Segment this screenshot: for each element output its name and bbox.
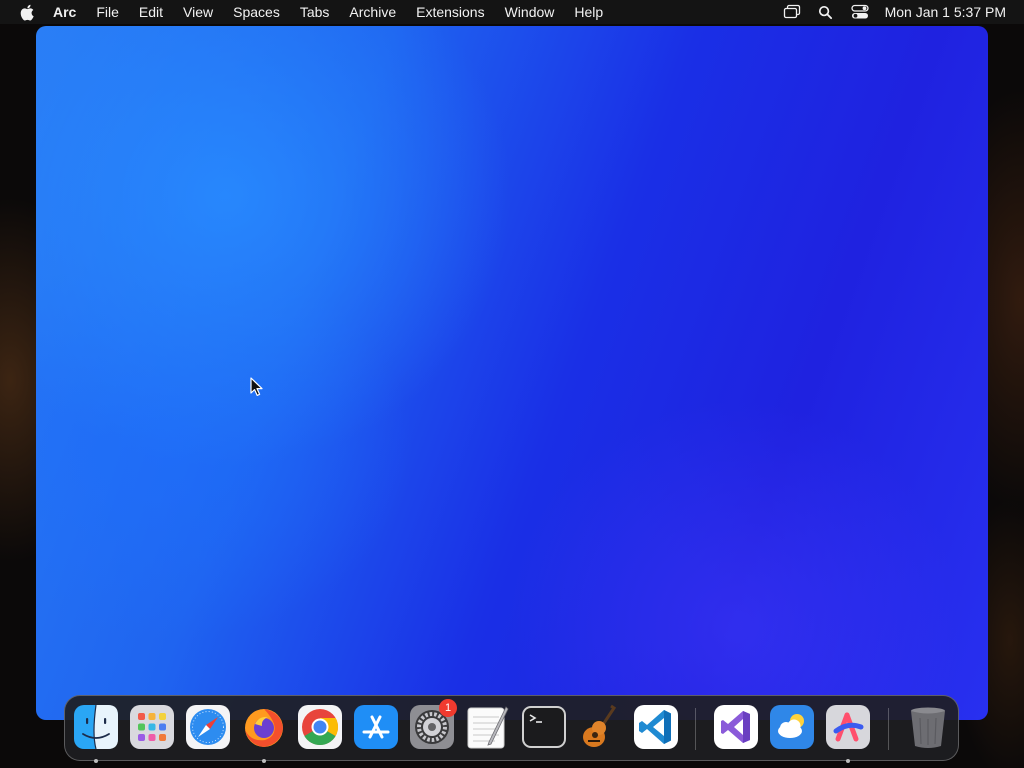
- chrome-icon: [298, 705, 342, 749]
- dock-separator: [695, 708, 696, 750]
- dock-arc[interactable]: [825, 704, 871, 763]
- menu-help[interactable]: Help: [564, 0, 613, 24]
- dock-launchpad[interactable]: [129, 704, 175, 750]
- menu-spaces[interactable]: Spaces: [223, 0, 290, 24]
- safari-icon: [186, 705, 230, 749]
- menu-view[interactable]: View: [173, 0, 223, 24]
- running-indicator: [262, 759, 266, 763]
- dock-textedit[interactable]: [465, 704, 511, 750]
- dock-terminal[interactable]: [521, 704, 567, 750]
- dock-firefox[interactable]: [241, 704, 287, 763]
- arc-browser-window[interactable]: [36, 26, 988, 720]
- visual-studio-icon: [714, 705, 758, 749]
- dock-vscode[interactable]: [633, 704, 679, 750]
- dock: 1: [64, 695, 959, 763]
- menu-archive[interactable]: Archive: [339, 0, 406, 24]
- screen-mirroring-icon[interactable]: [783, 4, 801, 20]
- menu-window[interactable]: Window: [495, 0, 565, 24]
- dock-finder[interactable]: [73, 704, 119, 763]
- textedit-icon: [467, 706, 509, 749]
- spotlight-search-icon[interactable]: [817, 4, 835, 20]
- menu-bar: Arc File Edit View Spaces Tabs Archive E…: [0, 0, 1024, 24]
- dock-safari[interactable]: [185, 704, 231, 750]
- dock-separator: [888, 708, 889, 750]
- dock-chrome[interactable]: [297, 704, 343, 750]
- finder-icon: [74, 704, 118, 750]
- firefox-icon: [245, 709, 283, 747]
- control-center-icon[interactable]: [850, 4, 869, 20]
- dock-trash[interactable]: [905, 704, 951, 750]
- dock-system-settings[interactable]: 1: [409, 699, 457, 750]
- running-indicator: [94, 759, 98, 763]
- menu-file[interactable]: File: [86, 0, 129, 24]
- menu-app-name[interactable]: Arc: [47, 0, 86, 24]
- app-store-icon: [354, 705, 398, 749]
- trash-icon: [911, 707, 945, 748]
- apple-menu-icon[interactable]: [20, 4, 34, 20]
- dock-garageband[interactable]: [577, 704, 623, 750]
- menubar-clock[interactable]: Mon Jan 1 5:37 PM: [885, 4, 1006, 20]
- dock-weather[interactable]: [769, 704, 815, 750]
- menu-tabs[interactable]: Tabs: [290, 0, 340, 24]
- vscode-icon: [634, 705, 678, 749]
- arc-browser-icon: [826, 705, 870, 749]
- menu-edit[interactable]: Edit: [129, 0, 173, 24]
- running-indicator: [846, 759, 850, 763]
- weather-icon: [770, 705, 814, 749]
- terminal-icon: [522, 706, 566, 748]
- dock-visual-studio[interactable]: [713, 704, 759, 750]
- menu-extensions[interactable]: Extensions: [406, 0, 494, 24]
- mouse-pointer-icon: [250, 377, 264, 397]
- notification-badge: 1: [439, 699, 457, 717]
- launchpad-icon: [130, 705, 174, 749]
- garageband-icon: [583, 704, 617, 747]
- dock-app-store[interactable]: [353, 704, 399, 750]
